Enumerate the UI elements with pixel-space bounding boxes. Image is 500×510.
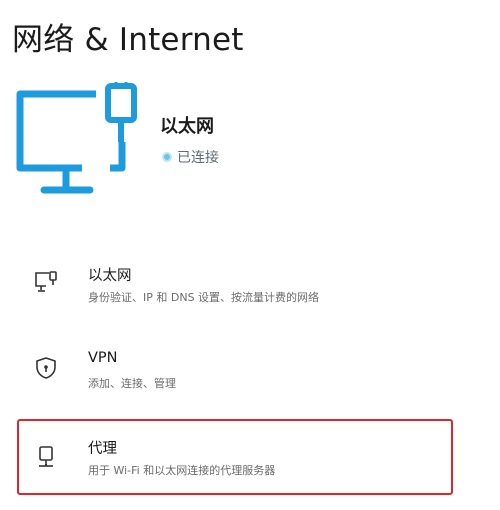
settings-item-description: 身份验证、IP 和 DNS 设置、按流量计费的网络 <box>88 291 320 304</box>
shield-icon <box>36 357 56 379</box>
hero-network-name: 以太网 <box>160 116 214 137</box>
ethernet-icon <box>35 271 57 292</box>
settings-item-proxy[interactable]: 代理 用于 Wi-Fi 和以太网连接的代理服务器 <box>17 419 453 495</box>
settings-item-title: VPN <box>88 350 118 366</box>
settings-item-description: 用于 Wi-Fi 和以太网连接的代理服务器 <box>88 464 276 477</box>
hero-status: 已连接 <box>162 147 219 167</box>
proxy-icon <box>39 446 53 467</box>
settings-item-description: 添加、连接、管理 <box>88 377 176 390</box>
settings-item-title: 代理 <box>88 441 117 457</box>
status-dot-icon <box>162 152 172 162</box>
settings-item-title: 以太网 <box>88 268 132 284</box>
page-title: 网络 & Internet <box>12 22 244 58</box>
settings-item-vpn[interactable]: VPN 添加、连接、管理 <box>22 334 450 408</box>
status-text: 已连接 <box>177 150 219 166</box>
settings-item-ethernet[interactable]: 以太网 身份验证、IP 和 DNS 设置、按流量计费的网络 <box>22 248 450 322</box>
ethernet-monitor-icon <box>16 82 137 194</box>
